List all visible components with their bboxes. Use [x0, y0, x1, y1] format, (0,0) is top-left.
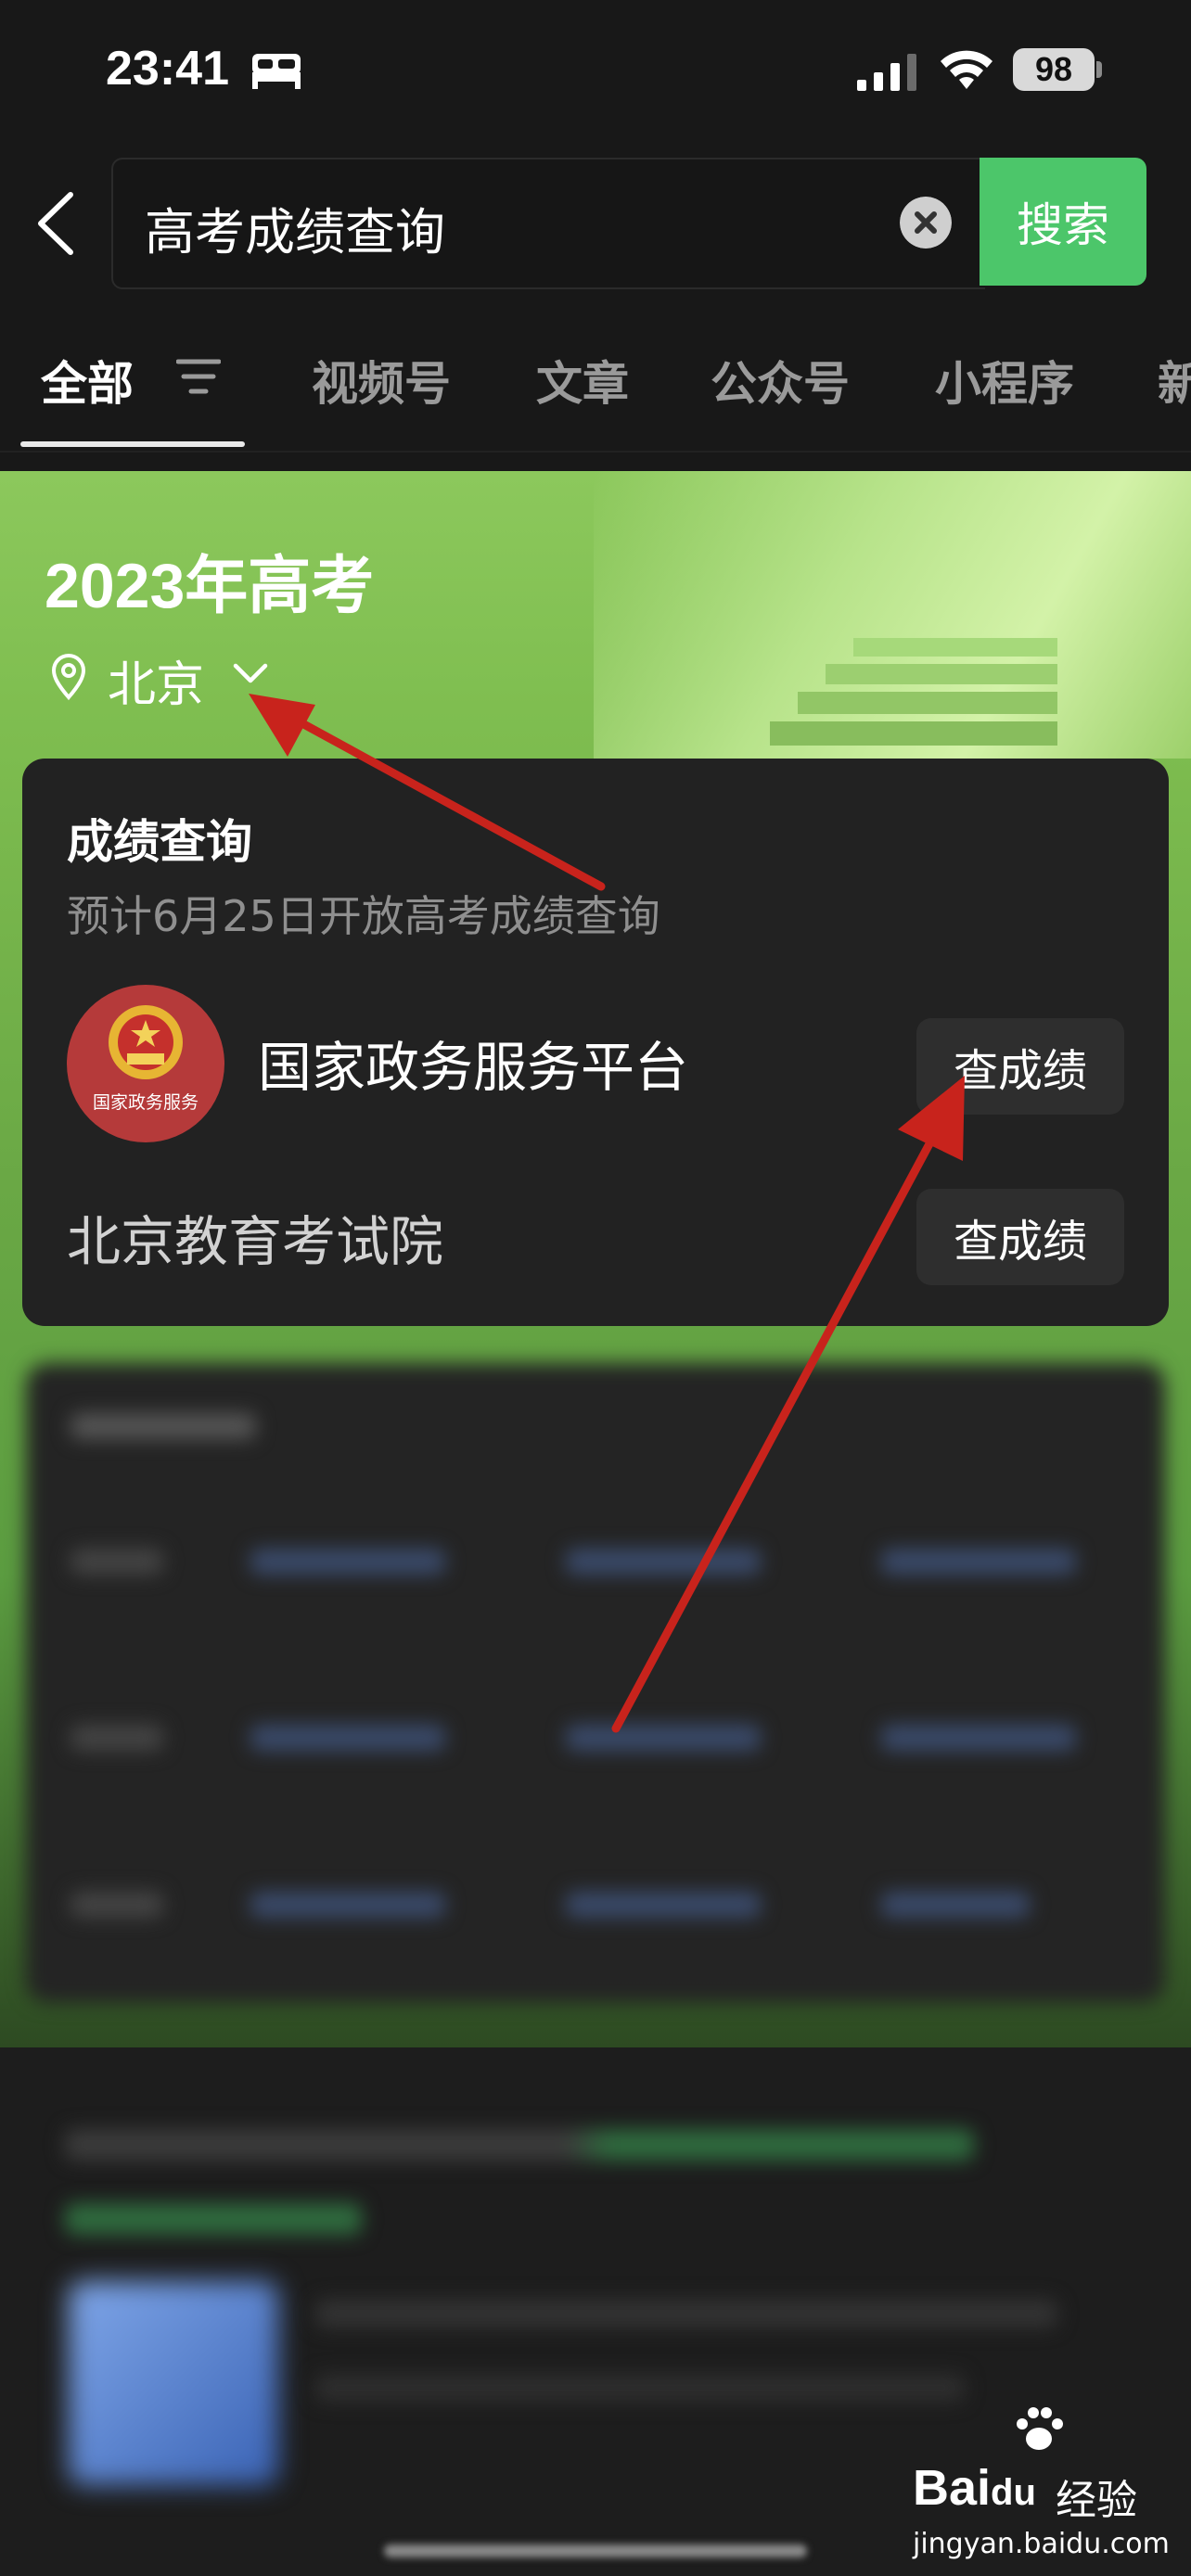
hero-title: 2023年高考	[45, 551, 375, 621]
watermark-url: jingyan.baidu.com	[913, 2528, 1170, 2560]
blurred-line	[70, 1725, 163, 1751]
check-score-button-beijing[interactable]: 查成绩	[916, 1189, 1124, 1285]
check-score-button-national[interactable]: 查成绩	[916, 1018, 1124, 1115]
blurred-line	[70, 1413, 256, 1439]
search-button[interactable]: 搜索	[980, 158, 1146, 286]
blurred-line	[881, 1549, 1076, 1575]
tab-divider	[0, 451, 1191, 453]
blurred-line	[250, 1549, 445, 1575]
tab-all[interactable]: 全部	[41, 347, 134, 414]
blurred-line	[70, 1549, 163, 1575]
blurred-line	[315, 2374, 965, 2402]
location-pin-icon[interactable]	[50, 653, 87, 701]
blurred-line	[566, 1549, 761, 1575]
home-indicator	[384, 2544, 807, 2557]
baidu-paw-icon	[1017, 2407, 1063, 2450]
blurred-line	[65, 2203, 362, 2235]
blurred-line	[881, 1892, 1030, 1918]
region-selector[interactable]: 北京	[108, 645, 204, 715]
cellular-signal-icon	[857, 54, 916, 91]
watermark-brand: Baidu	[913, 2459, 1036, 2517]
watermark-brand-left: Bai	[913, 2460, 992, 2516]
blurred-line	[566, 1725, 761, 1751]
tab-channels[interactable]: 视频号	[312, 347, 451, 414]
back-arrow-icon[interactable]	[35, 191, 76, 256]
blurred-thumbnail	[69, 2281, 278, 2485]
card-subtitle: 预计6月25日开放高考成绩查询	[67, 891, 660, 941]
battery-tip	[1096, 61, 1102, 78]
blurred-line	[65, 2129, 974, 2161]
watermark-brand-mid: du	[991, 2472, 1036, 2513]
filter-icon[interactable]	[176, 358, 221, 395]
tab-mini-programs[interactable]: 小程序	[935, 347, 1074, 414]
provider-name-national[interactable]: 国家政务服务平台	[258, 1024, 688, 1102]
watermark-jingyan: 经验	[1056, 2477, 1137, 2524]
stairs-illustration	[770, 638, 1057, 746]
blurred-line	[566, 1892, 761, 1918]
tab-articles[interactable]: 文章	[536, 347, 629, 414]
status-time: 23:41	[106, 42, 229, 96]
card-title: 成绩查询	[67, 815, 252, 869]
blurred-line	[250, 1892, 445, 1918]
tab-more[interactable]: 新	[1158, 347, 1191, 414]
tab-official-accounts[interactable]: 公众号	[711, 347, 850, 414]
blurred-line	[881, 1725, 1076, 1751]
blurred-line	[315, 2300, 1057, 2327]
sleep-mode-icon	[252, 54, 301, 89]
national-emblem-icon	[109, 1005, 183, 1079]
wifi-icon	[941, 50, 992, 89]
gov-service-logo: 国家政务服务	[67, 985, 224, 1142]
active-tab-indicator	[20, 441, 245, 447]
clear-search-icon[interactable]	[900, 197, 952, 249]
search-query-text[interactable]: 高考成绩查询	[145, 191, 445, 264]
blurred-line	[250, 1725, 445, 1751]
provider-name-beijing[interactable]: 北京教育考试院	[67, 1198, 443, 1276]
logo-caption: 国家政务服务	[92, 1092, 198, 1113]
chevron-down-icon[interactable]	[232, 660, 269, 688]
blurred-line	[70, 1892, 163, 1918]
battery-indicator: 98	[1013, 48, 1095, 91]
